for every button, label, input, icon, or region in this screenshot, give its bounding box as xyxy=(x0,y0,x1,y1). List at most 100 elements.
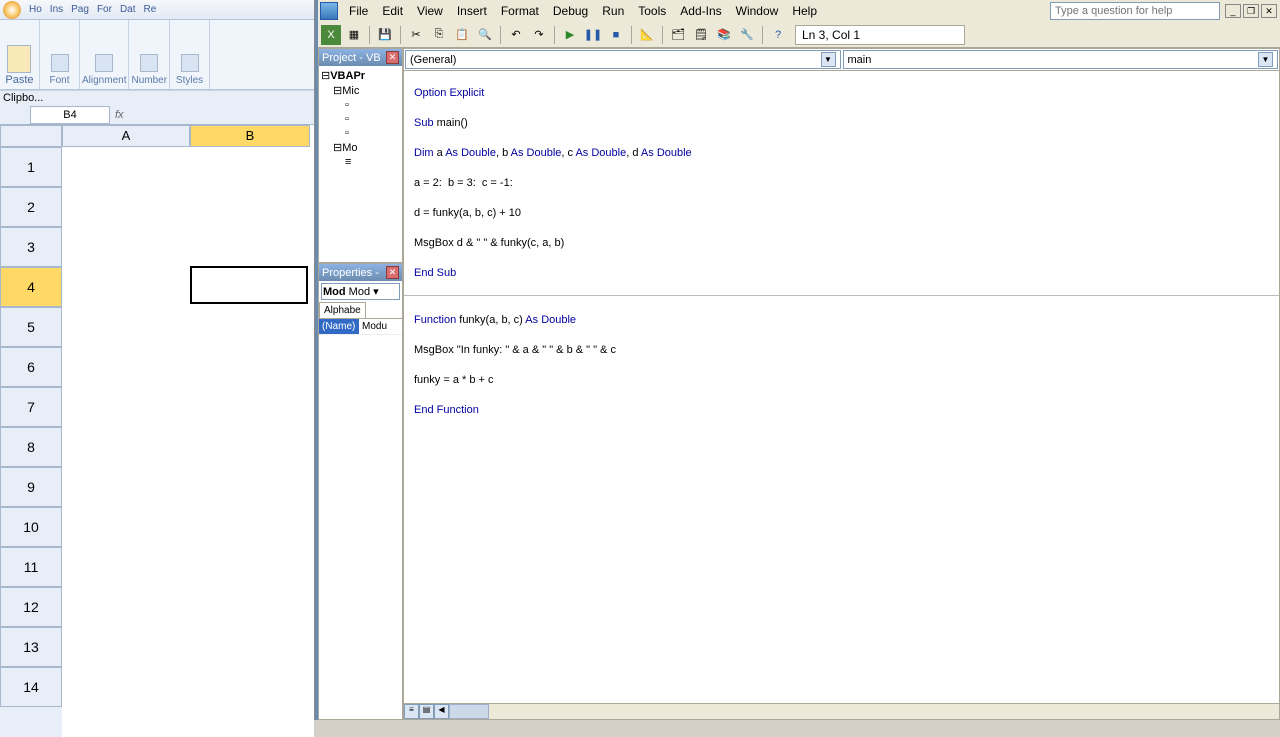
row-header[interactable]: 2 xyxy=(0,187,62,227)
number-label: Number xyxy=(131,75,167,86)
toolbox-icon[interactable]: 🔧 xyxy=(737,25,757,45)
tree-item[interactable]: ▫ xyxy=(321,98,400,112)
tree-item[interactable]: ≡ xyxy=(321,155,400,169)
col-header-a[interactable]: A xyxy=(62,125,190,147)
copy-icon[interactable]: ⎘ xyxy=(429,25,449,45)
tree-item[interactable]: ▫ xyxy=(321,112,400,126)
menu-addins[interactable]: Add-Ins xyxy=(673,1,728,21)
styles-icon[interactable] xyxy=(181,54,199,72)
object-browser-icon[interactable]: 📚 xyxy=(714,25,734,45)
align-icon[interactable] xyxy=(95,54,113,72)
restore-button[interactable]: ❐ xyxy=(1243,4,1259,18)
menu-insert[interactable]: Insert xyxy=(450,1,494,21)
tree-root[interactable]: ⊟ VBAPr xyxy=(321,68,400,83)
ribbon-tab-data[interactable]: Dat xyxy=(116,2,140,17)
menu-window[interactable]: Window xyxy=(729,1,786,21)
properties-window-icon[interactable]: 🗒 xyxy=(691,25,711,45)
tree-item[interactable]: ⊟ Mic xyxy=(321,83,400,98)
fx-icon[interactable]: fx xyxy=(115,109,124,121)
ribbon-tab-home[interactable]: Ho xyxy=(25,2,46,17)
clipboard-label-row: Clipbo... xyxy=(0,90,314,105)
row-header[interactable]: 7 xyxy=(0,387,62,427)
scroll-left-icon[interactable]: ◀ xyxy=(434,704,449,719)
close-button[interactable]: ✕ xyxy=(1261,4,1277,18)
scroll-thumb[interactable] xyxy=(449,704,489,719)
row-header[interactable]: 1 xyxy=(0,147,62,187)
project-close-icon[interactable]: ✕ xyxy=(386,51,399,64)
properties-close-icon[interactable]: ✕ xyxy=(386,266,399,279)
properties-tab-alphabetic[interactable]: Alphabe xyxy=(319,302,366,318)
save-icon[interactable]: 💾 xyxy=(375,25,395,45)
select-all-corner[interactable] xyxy=(0,125,62,147)
code-editor[interactable]: Option Explicit Sub main() Dim a As Doub… xyxy=(404,71,1279,703)
horizontal-scrollbar[interactable]: ≡ ▤ ◀ xyxy=(404,703,1279,719)
minimize-button[interactable]: _ xyxy=(1225,4,1241,18)
cut-icon[interactable]: ✂ xyxy=(406,25,426,45)
design-mode-icon[interactable]: 📐 xyxy=(637,25,657,45)
col-header-b[interactable]: B xyxy=(190,125,310,147)
menu-format[interactable]: Format xyxy=(494,1,546,21)
ribbon-group-styles: Styles xyxy=(170,20,210,89)
ribbon-tab-pagelayout[interactable]: Pag xyxy=(67,2,93,17)
project-tree[interactable]: ⊟ VBAPr ⊟ Mic ▫ ▫ ▫ ⊟ Mo ≡ xyxy=(319,66,402,171)
dropdown-arrow-icon[interactable]: ▼ xyxy=(1258,52,1273,67)
menu-tools[interactable]: Tools xyxy=(631,1,673,21)
number-icon[interactable] xyxy=(140,54,158,72)
row-header[interactable]: 10 xyxy=(0,507,62,547)
tree-item[interactable]: ⊟ Mo xyxy=(321,140,400,155)
view-procedure-icon[interactable]: ▤ xyxy=(419,704,434,719)
row-header[interactable]: 13 xyxy=(0,627,62,667)
office-button[interactable] xyxy=(3,1,21,19)
menu-view[interactable]: View xyxy=(410,1,450,21)
find-icon[interactable]: 🔍 xyxy=(475,25,495,45)
name-box[interactable] xyxy=(30,106,110,124)
menu-file[interactable]: File xyxy=(342,1,375,21)
procedure-dropdown[interactable]: main ▼ xyxy=(843,50,1279,69)
font-icon[interactable] xyxy=(51,54,69,72)
ribbon-tab-review[interactable]: Re xyxy=(140,2,161,17)
ribbon-group-alignment: Alignment xyxy=(80,20,129,89)
row-header[interactable]: 11 xyxy=(0,547,62,587)
alignment-label: Alignment xyxy=(82,75,126,86)
help-search-input[interactable] xyxy=(1050,2,1220,20)
ribbon-tab-insert[interactable]: Ins xyxy=(46,2,67,17)
row-header[interactable]: 4 xyxy=(0,267,62,307)
menu-debug[interactable]: Debug xyxy=(546,1,595,21)
cells-area[interactable] xyxy=(62,147,314,737)
property-value[interactable]: Modu xyxy=(359,319,390,334)
properties-object-combo[interactable]: Mod Mod ▾ xyxy=(321,283,400,300)
paste-icon[interactable]: 📋 xyxy=(452,25,472,45)
paste-icon[interactable] xyxy=(7,45,31,73)
procedure-dropdown-value: main xyxy=(848,54,872,66)
row-header[interactable]: 9 xyxy=(0,467,62,507)
redo-icon[interactable]: ↷ xyxy=(529,25,549,45)
menu-run[interactable]: Run xyxy=(595,1,631,21)
ribbon-tab-formulas[interactable]: For xyxy=(93,2,116,17)
code-window: (General) ▼ main ▼ Option Explicit Sub m… xyxy=(403,48,1280,720)
row-header[interactable]: 6 xyxy=(0,347,62,387)
insert-module-icon[interactable]: ▦ xyxy=(344,25,364,45)
undo-icon[interactable]: ↶ xyxy=(506,25,526,45)
dropdown-arrow-icon[interactable]: ▼ xyxy=(821,52,836,67)
view-excel-icon[interactable]: X xyxy=(321,25,341,45)
row-header[interactable]: 12 xyxy=(0,587,62,627)
row-header[interactable]: 14 xyxy=(0,667,62,707)
reset-icon[interactable]: ■ xyxy=(606,25,626,45)
row-header[interactable]: 3 xyxy=(0,227,62,267)
run-icon[interactable]: ▶ xyxy=(560,25,580,45)
view-full-module-icon[interactable]: ≡ xyxy=(404,704,419,719)
project-explorer-icon[interactable]: 🗂 xyxy=(668,25,688,45)
paste-label: Paste xyxy=(5,74,33,86)
excel-grid[interactable]: 1 2 3 4 5 6 7 8 9 10 11 12 13 14 xyxy=(0,147,314,737)
object-dropdown[interactable]: (General) ▼ xyxy=(405,50,841,69)
clipboard-label: Clipbo... xyxy=(3,92,43,104)
menu-help[interactable]: Help xyxy=(785,1,824,21)
help-icon[interactable]: ? xyxy=(768,25,788,45)
cursor-position: Ln 3, Col 1 xyxy=(795,25,965,45)
row-header[interactable]: 8 xyxy=(0,427,62,467)
break-icon[interactable]: ❚❚ xyxy=(583,25,603,45)
menu-edit[interactable]: Edit xyxy=(375,1,410,21)
row-header[interactable]: 5 xyxy=(0,307,62,347)
property-row[interactable]: (Name) Modu xyxy=(319,319,402,335)
tree-item[interactable]: ▫ xyxy=(321,126,400,140)
